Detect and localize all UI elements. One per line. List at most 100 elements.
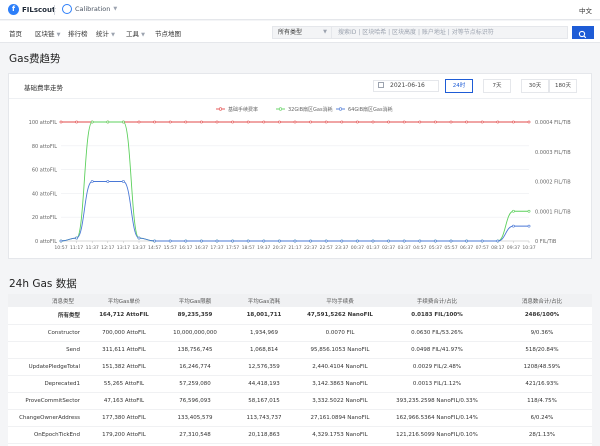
series-base-fee-point[interactable] [137, 120, 141, 124]
legend-item-label[interactable]: 64GiB扇区Gas消耗 [348, 106, 393, 113]
series-base-fee-point[interactable] [449, 120, 453, 124]
series-gas-32gib-point[interactable] [511, 209, 515, 213]
network-icon [62, 4, 72, 14]
series-gas-64gib-point[interactable] [371, 239, 375, 243]
series-gas-64gib-point[interactable] [355, 239, 359, 243]
series-base-fee-point[interactable] [75, 120, 79, 124]
search-button[interactable] [572, 26, 594, 39]
series-gas-32gib-point[interactable] [106, 120, 110, 124]
series-gas-64gib-point[interactable] [75, 236, 79, 240]
series-base-fee-point[interactable] [59, 120, 63, 124]
col-message-type[interactable]: 消息类型 [8, 294, 88, 307]
language-switch[interactable]: 中文 [579, 5, 592, 15]
series-gas-64gib-point[interactable] [59, 239, 63, 243]
nav-tools[interactable]: 工具 ▼ [126, 28, 145, 38]
series-base-fee-point[interactable] [293, 120, 297, 124]
series-gas-64gib-point[interactable] [184, 239, 188, 243]
col-avg-gas-limit[interactable]: 平均Gas限额 [160, 294, 230, 307]
date-picker[interactable]: 2021-06-16 [373, 80, 439, 92]
series-gas-64gib-point[interactable] [199, 239, 203, 243]
search-input[interactable] [332, 26, 568, 39]
col-fee-total[interactable]: 手续费合计/占比 [382, 294, 492, 307]
series-gas-64gib-point[interactable] [527, 224, 531, 228]
series-gas-64gib-line[interactable] [60, 181, 529, 242]
series-gas-64gib-point[interactable] [340, 239, 344, 243]
col-avg-gas-used[interactable]: 平均Gas消耗 [230, 294, 298, 307]
series-base-fee-point[interactable] [199, 120, 203, 124]
series-base-fee-point[interactable] [215, 120, 219, 124]
series-gas-64gib-point[interactable] [402, 239, 406, 243]
nav-ranking[interactable]: 排行榜 [68, 28, 88, 38]
series-base-fee-point[interactable] [527, 120, 531, 124]
series-gas-64gib-point[interactable] [433, 239, 437, 243]
series-base-fee-point[interactable] [433, 120, 437, 124]
series-gas-64gib-point[interactable] [277, 239, 281, 243]
series-base-fee-point[interactable] [309, 120, 313, 124]
series-base-fee-point[interactable] [340, 120, 344, 124]
table-cell: 138,756,745 [160, 341, 230, 359]
series-base-fee-point[interactable] [371, 120, 375, 124]
range-24h-button[interactable]: 24时 [445, 79, 473, 93]
range-30d-button[interactable]: 30天 [521, 79, 549, 93]
series-base-fee-point[interactable] [511, 120, 515, 124]
y-left-tick-label: 20 attoFIL [32, 215, 57, 221]
range-180d-button[interactable]: 180天 [549, 79, 577, 93]
gas-fee-chart[interactable]: 0 attoFIL 20 attoFIL 40 attoFIL 60 attoFIL 8… [9, 100, 593, 260]
range-7d-button[interactable]: 7天 [483, 79, 511, 93]
series-base-fee-point[interactable] [465, 120, 469, 124]
table-cell: 76,596,093 [160, 392, 230, 410]
series-base-fee-point[interactable] [246, 120, 250, 124]
series-gas-64gib-point[interactable] [122, 180, 125, 183]
series-gas-32gib-point[interactable] [90, 120, 94, 124]
series-gas-64gib-point[interactable] [90, 180, 94, 183]
nav-stats[interactable]: 统计 ▼ [96, 28, 115, 38]
series-base-fee-point[interactable] [480, 120, 484, 124]
series-gas-32gib-point[interactable] [122, 120, 125, 124]
series-base-fee-point[interactable] [277, 120, 281, 124]
legend-item-label[interactable]: 32GiB扇区Gas消耗 [288, 106, 333, 113]
series-base-fee-point[interactable] [387, 120, 391, 124]
col-msg-count[interactable]: 消息数合计/占比 [492, 294, 592, 307]
network-selector[interactable]: Calibration ▼ [62, 4, 117, 14]
brand[interactable]: f FILscout [8, 4, 55, 15]
series-base-fee-point[interactable] [231, 120, 235, 124]
series-gas-64gib-point[interactable] [231, 239, 235, 243]
col-avg-fee[interactable]: 平均手续费 [298, 294, 382, 307]
series-base-fee-point[interactable] [418, 120, 422, 124]
nav-node-map[interactable]: 节点地图 [155, 28, 181, 38]
series-gas-64gib-point[interactable] [168, 239, 172, 243]
series-gas-64gib-point[interactable] [246, 239, 250, 243]
legend-swatch-dot [338, 107, 343, 111]
series-gas-64gib-point[interactable] [480, 239, 484, 243]
series-gas-64gib-point[interactable] [511, 224, 515, 228]
series-base-fee-point[interactable] [496, 120, 500, 124]
series-gas-64gib-point[interactable] [418, 239, 422, 243]
series-gas-64gib-point[interactable] [324, 239, 328, 243]
series-base-fee-point[interactable] [402, 120, 406, 124]
series-base-fee-point[interactable] [153, 120, 157, 124]
col-avg-gas-price[interactable]: 平均Gas单价 [88, 294, 160, 307]
series-gas-64gib-point[interactable] [309, 239, 313, 243]
series-gas-64gib-point[interactable] [153, 239, 157, 243]
series-gas-64gib-point[interactable] [106, 180, 110, 183]
series-gas-64gib-point[interactable] [449, 239, 453, 243]
series-gas-64gib-point[interactable] [293, 239, 297, 243]
series-gas-32gib-line[interactable] [60, 121, 529, 242]
series-gas-64gib-point[interactable] [465, 239, 469, 243]
series-gas-64gib-point[interactable] [262, 239, 266, 243]
series-base-fee-point[interactable] [355, 120, 359, 124]
series-gas-64gib-point[interactable] [387, 239, 391, 243]
nav-home[interactable]: 首页 [9, 28, 22, 38]
series-gas-64gib-point[interactable] [496, 239, 500, 243]
series-gas-64gib-point[interactable] [215, 239, 219, 243]
series-base-fee-point[interactable] [184, 120, 188, 124]
search-type-select[interactable]: 所有类型 ▼ [272, 26, 332, 39]
series-gas-32gib-point[interactable] [527, 209, 531, 213]
legend-item-label[interactable]: 基础手续费率 [228, 106, 258, 113]
series-base-fee-point[interactable] [168, 120, 172, 124]
series-base-fee-point[interactable] [324, 120, 328, 124]
series-base-fee-point[interactable] [262, 120, 266, 124]
nav-blockchain[interactable]: 区块链 ▼ [35, 28, 60, 38]
series-gas-64gib-point[interactable] [137, 236, 141, 240]
x-tick-label: 17:57 [226, 245, 239, 251]
